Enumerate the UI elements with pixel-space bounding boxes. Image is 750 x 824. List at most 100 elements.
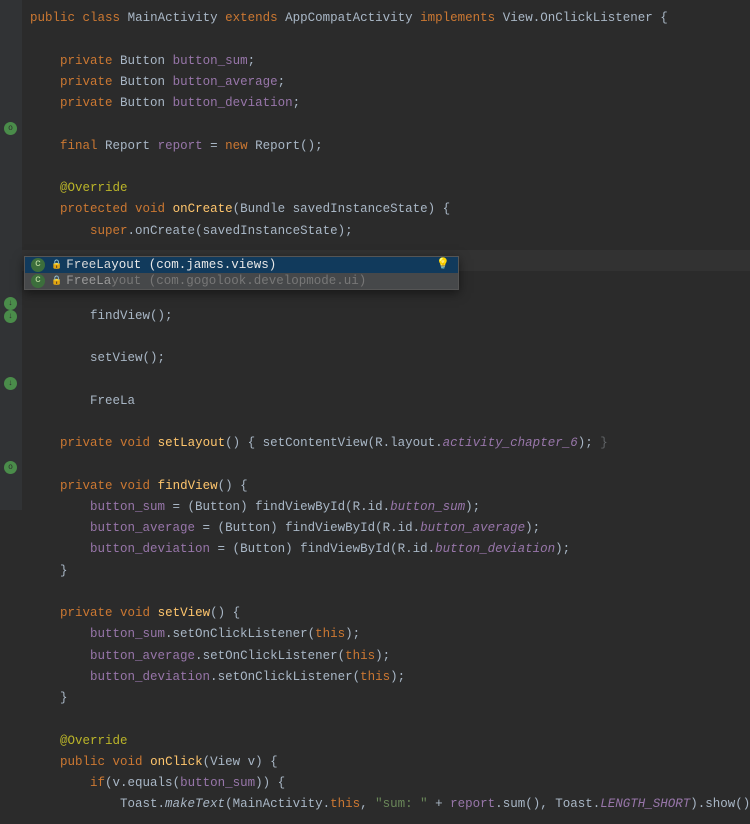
class-name: Report xyxy=(255,139,300,153)
method-call: setOnClickListener xyxy=(203,649,338,663)
r-ref: R.layout. xyxy=(375,436,443,450)
class-name: Button xyxy=(195,500,240,514)
method-call: sum xyxy=(503,797,526,811)
class-name: Toast xyxy=(555,797,593,811)
keyword: public xyxy=(30,11,75,25)
method-call: makeText xyxy=(165,797,225,811)
string-literal: "sum: " xyxy=(375,797,428,811)
implements-gutter-icon[interactable]: ↓ xyxy=(4,297,17,310)
keyword: new xyxy=(225,139,248,153)
class-icon: c xyxy=(31,274,45,288)
keyword: void xyxy=(120,436,150,450)
keyword: if xyxy=(90,776,105,790)
code-editor[interactable]: public class MainActivity extends AppCom… xyxy=(0,0,750,824)
param: savedInstanceState xyxy=(293,202,428,216)
keyword: this xyxy=(330,797,360,811)
method-call: setContentView xyxy=(263,436,368,450)
class-name: Button xyxy=(225,521,270,535)
method-decl: findView xyxy=(158,479,218,493)
keyword: private xyxy=(60,54,113,68)
param: savedInstanceState xyxy=(203,224,338,238)
class-name: Button xyxy=(120,96,165,110)
field: button_sum xyxy=(90,500,165,514)
keyword: private xyxy=(60,436,113,450)
keyword: final xyxy=(60,139,98,153)
keyword: private xyxy=(60,479,113,493)
r-value: button_sum xyxy=(390,500,465,514)
class-name: Report xyxy=(105,139,150,153)
keyword: private xyxy=(60,75,113,89)
method-call: setOnClickListener xyxy=(173,627,308,641)
override-gutter-icon[interactable]: o xyxy=(4,122,17,135)
keyword: public xyxy=(60,755,105,769)
code-completion-popup[interactable]: c 🔒 FreeLayout (com.james.views) 💡 c 🔒 F… xyxy=(24,256,459,290)
fold-marker[interactable]: } xyxy=(600,436,608,450)
keyword: super xyxy=(90,224,128,238)
method-call: show xyxy=(705,797,735,811)
field: button_deviation xyxy=(90,542,210,556)
r-ref: R.id. xyxy=(383,521,421,535)
keyword: void xyxy=(120,606,150,620)
editor-gutter: o ↓ ↓ ↓ o xyxy=(0,0,22,510)
keyword: void xyxy=(120,479,150,493)
class-name: Toast xyxy=(120,797,158,811)
r-value: activity_chapter_6 xyxy=(443,436,578,450)
keyword: this xyxy=(315,627,345,641)
class-name: MainActivity xyxy=(128,11,218,25)
keyword: this xyxy=(345,649,375,663)
method-call: equals xyxy=(128,776,173,790)
keyword: extends xyxy=(225,11,278,25)
keyword: void xyxy=(113,755,143,769)
lock-icon: 🔒 xyxy=(51,257,62,273)
field: button_sum xyxy=(173,54,248,68)
r-ref: R.id. xyxy=(353,500,391,514)
r-ref: R.id. xyxy=(398,542,436,556)
method-decl: setView xyxy=(158,606,211,620)
annotation: @Override xyxy=(60,734,128,748)
field: button_deviation xyxy=(90,670,210,684)
field: button_deviation xyxy=(173,96,293,110)
class-name: Button xyxy=(240,542,285,556)
keyword: class xyxy=(83,11,121,25)
lightbulb-icon[interactable]: 💡 xyxy=(436,257,450,273)
implements-gutter-icon[interactable]: ↓ xyxy=(4,310,17,323)
keyword: this xyxy=(360,670,390,684)
field: report xyxy=(450,797,495,811)
method-decl: setLayout xyxy=(158,436,226,450)
keyword: protected xyxy=(60,202,128,216)
method-call: setOnClickListener xyxy=(218,670,353,684)
typed-text: FreeLa xyxy=(90,394,135,408)
method-call: findViewById xyxy=(300,542,390,556)
class-name: Button xyxy=(120,75,165,89)
class-name: AppCompatActivity xyxy=(285,11,413,25)
keyword: private xyxy=(60,96,113,110)
constant: LENGTH_SHORT xyxy=(600,797,690,811)
method-decl: onClick xyxy=(150,755,203,769)
field: button_sum xyxy=(90,627,165,641)
class-icon: c xyxy=(31,258,45,272)
method-call: findViewById xyxy=(285,521,375,535)
completion-text: FreeLayout (com.james.views) xyxy=(66,257,452,273)
completion-item[interactable]: c 🔒 FreeLayout (com.gogolook.developmode… xyxy=(25,273,458,289)
class-name: View xyxy=(503,11,533,25)
method-call: setView xyxy=(90,351,143,365)
class-name: OnClickListener xyxy=(540,11,653,25)
field: report xyxy=(158,139,203,153)
keyword: private xyxy=(60,606,113,620)
method-call: onCreate xyxy=(135,224,195,238)
keyword: implements xyxy=(420,11,495,25)
param: v xyxy=(248,755,256,769)
r-value: button_deviation xyxy=(435,542,555,556)
class-name: Bundle xyxy=(240,202,285,216)
override-gutter-icon[interactable]: o xyxy=(4,461,17,474)
class-name: Button xyxy=(120,54,165,68)
field: button_average xyxy=(90,521,195,535)
keyword: void xyxy=(135,202,165,216)
r-value: button_average xyxy=(420,521,525,535)
field: button_average xyxy=(173,75,278,89)
field: button_average xyxy=(90,649,195,663)
method-decl: onCreate xyxy=(173,202,233,216)
implements-gutter-icon[interactable]: ↓ xyxy=(4,377,17,390)
class-name: View xyxy=(210,755,240,769)
completion-item[interactable]: c 🔒 FreeLayout (com.james.views) 💡 xyxy=(25,257,458,273)
